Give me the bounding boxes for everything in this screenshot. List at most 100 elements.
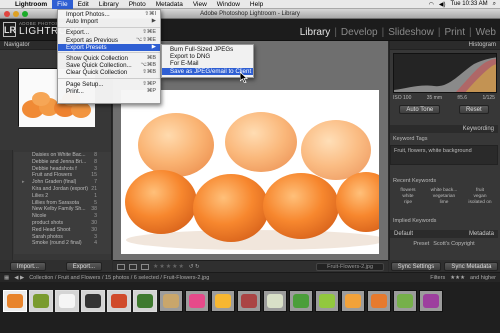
filmstrip-thumbnail[interactable] — [55, 290, 79, 312]
keyword-chip[interactable]: flowers — [390, 188, 426, 193]
compare-view-icon[interactable] — [141, 263, 149, 270]
module-develop[interactable]: Develop — [341, 27, 378, 38]
folder-item[interactable]: Daisies on White Bac... 8 — [14, 152, 111, 159]
metadata-header[interactable]: Default Metadata — [390, 230, 498, 238]
filmstrip-thumbnail[interactable] — [341, 290, 365, 312]
filmstrip-thumbnail[interactable] — [393, 290, 417, 312]
menu-item[interactable]: Clear Quick Collection ⇧⌘B — [58, 69, 160, 76]
sync-settings-button[interactable]: Sync Settings — [390, 261, 442, 271]
keyword-chip[interactable]: isolated on — [462, 200, 498, 205]
menu-item[interactable]: Export... ⇧⌘E — [58, 29, 160, 36]
menu-item[interactable]: Export to DNG — [162, 53, 253, 60]
filmstrip-thumbnail[interactable] — [133, 290, 157, 312]
menu-library[interactable]: Library — [94, 0, 124, 9]
menu-window[interactable]: Window — [212, 0, 245, 9]
filmstrip-thumbnail[interactable] — [289, 290, 313, 312]
keyword-chip[interactable]: fruit — [462, 188, 498, 193]
filmstrip-thumbnail[interactable] — [81, 290, 105, 312]
filmstrip-thumbnail[interactable] — [263, 290, 287, 312]
filmstrip-thumbnail[interactable] — [237, 290, 261, 312]
folder-item[interactable]: Sarah photos 3 — [14, 234, 111, 241]
filmstrip-thumbnail[interactable] — [419, 290, 443, 312]
disclosure-triangle-icon[interactable]: ▸ — [22, 179, 25, 186]
menu-item[interactable]: Page Setup... ⇧⌘P — [58, 81, 160, 88]
grid-view-icon[interactable] — [117, 263, 125, 270]
menu-item[interactable]: Print... ⌘P — [58, 88, 160, 95]
folder-item[interactable]: Kira and Jordan (export) 21 — [14, 186, 111, 193]
module-library[interactable]: Library — [300, 27, 331, 38]
folder-item[interactable]: Smoke (round 2 final) 4 — [14, 240, 111, 247]
filmstrip-thumbnail[interactable] — [3, 290, 27, 312]
module-slideshow[interactable]: Slideshow — [388, 27, 434, 38]
folder-item[interactable]: product shots 30 — [14, 220, 111, 227]
wifi-icon[interactable]: ◠ — [429, 1, 434, 8]
keywords-textarea[interactable]: Fruit, flowers, white background — [390, 145, 498, 165]
folder-item[interactable]: Debbie headshots f 3 — [14, 166, 111, 173]
import-button[interactable]: Import... — [9, 261, 46, 271]
menu-photo[interactable]: Photo — [124, 0, 151, 9]
menu-item[interactable]: Export Presets ▶ — [58, 43, 160, 51]
spotlight-search-icon[interactable]: ⌕ — [493, 1, 496, 8]
reset-button[interactable]: Reset — [458, 105, 489, 114]
filename-field[interactable]: Fruit-Flowers-2.jpg — [316, 262, 384, 271]
folder-item[interactable]: ▸ John Graden (final) 7 — [14, 179, 111, 186]
keywording-header[interactable]: Keywording — [390, 125, 498, 133]
menu-file[interactable]: File — [52, 0, 73, 9]
menu-item[interactable]: For E-Mail — [162, 60, 253, 67]
menu-view[interactable]: View — [188, 0, 212, 9]
keyword-chip[interactable]: vegan — [462, 194, 498, 199]
zoom-window-button[interactable] — [22, 11, 28, 17]
auto-tone-button[interactable]: Auto Tone — [399, 105, 441, 114]
filmstrip-grid-icon[interactable]: ▦ — [4, 275, 9, 281]
folder-item[interactable]: New Kelby Family Sh... 38 — [14, 206, 111, 213]
histogram-header[interactable]: Histogram — [390, 41, 500, 50]
back-arrow-icon[interactable]: ◀ ▶ — [14, 275, 24, 281]
filmstrip-thumbnail[interactable] — [29, 290, 53, 312]
menu-item[interactable]: Burn Full-Sized JPEGs — [162, 46, 253, 53]
filmstrip-thumbnail[interactable] — [211, 290, 235, 312]
keyword-chip[interactable]: white — [390, 194, 426, 199]
filmstrip-thumbnail[interactable] — [185, 290, 209, 312]
volume-icon[interactable]: ◀) — [439, 1, 446, 8]
keyword-chip[interactable]: lime — [426, 200, 462, 205]
filmstrip-thumbnail[interactable] — [107, 290, 131, 312]
menu-item[interactable]: Export as Previous ⌥⇧⌘E — [58, 37, 160, 44]
keyword-chip[interactable]: ripe — [390, 200, 426, 205]
loupe-view-icon[interactable] — [129, 263, 137, 270]
folder-item[interactable]: Debbie and Jenna Bri... 8 — [14, 159, 111, 166]
folder-item[interactable]: Red Head Shoot 30 — [14, 227, 111, 234]
folder-name: product shots — [32, 219, 64, 226]
menu-metadata[interactable]: Metadata — [151, 0, 188, 9]
folder-item[interactable]: Fruit and Flowers 15 — [14, 172, 111, 179]
menu-item[interactable]: Import Photos... ⇧⌘I — [58, 11, 160, 18]
folder-item[interactable]: Lillies from Sarasota 5 — [14, 200, 111, 207]
folder-item[interactable]: Lilies 2 1 — [14, 193, 111, 200]
keyword-tags-label[interactable]: Keyword Tags — [390, 136, 498, 142]
keyword-chip[interactable]: white back... — [426, 188, 462, 193]
recent-keywords-select[interactable]: Recent Keywords — [390, 178, 498, 184]
folder-item[interactable]: Nicole 3 — [14, 213, 111, 220]
filmstrip-breadcrumb[interactable]: Collection / Fruit and Flowers / 15 phot… — [29, 275, 209, 281]
rotate-icon[interactable]: ↺ ↻ — [189, 264, 200, 270]
main-photo[interactable] — [121, 90, 379, 254]
preset-value[interactable]: Scott's Copyright — [433, 241, 474, 247]
module-web[interactable]: Web — [476, 27, 496, 38]
module-print[interactable]: Print — [444, 27, 465, 38]
filmstrip-thumbnail[interactable] — [315, 290, 339, 312]
menu-help[interactable]: Help — [245, 0, 268, 9]
minimize-window-button[interactable] — [13, 11, 19, 17]
menu-edit[interactable]: Edit — [73, 0, 94, 9]
filmstrip-thumbnail[interactable] — [159, 290, 183, 312]
menu-app-name[interactable]: Lightroom — [10, 0, 52, 9]
export-button[interactable]: Export... — [65, 261, 103, 271]
star-rating[interactable]: ★★★★★ — [153, 263, 185, 270]
menubar-clock[interactable]: Tue 10:33 AM — [450, 1, 487, 7]
close-window-button[interactable] — [4, 11, 10, 17]
sync-metadata-button[interactable]: Sync Metadata — [444, 261, 499, 271]
filmstrip-thumbnail[interactable] — [367, 290, 391, 312]
filter-stars[interactable]: ★★★ — [450, 275, 465, 281]
metadata-preset-select[interactable]: Default — [394, 231, 413, 237]
filters-label[interactable]: Filters — [430, 275, 445, 281]
menu-item[interactable]: Auto Import ▶ — [58, 18, 160, 25]
keyword-chip[interactable]: vegetarian — [426, 194, 462, 199]
